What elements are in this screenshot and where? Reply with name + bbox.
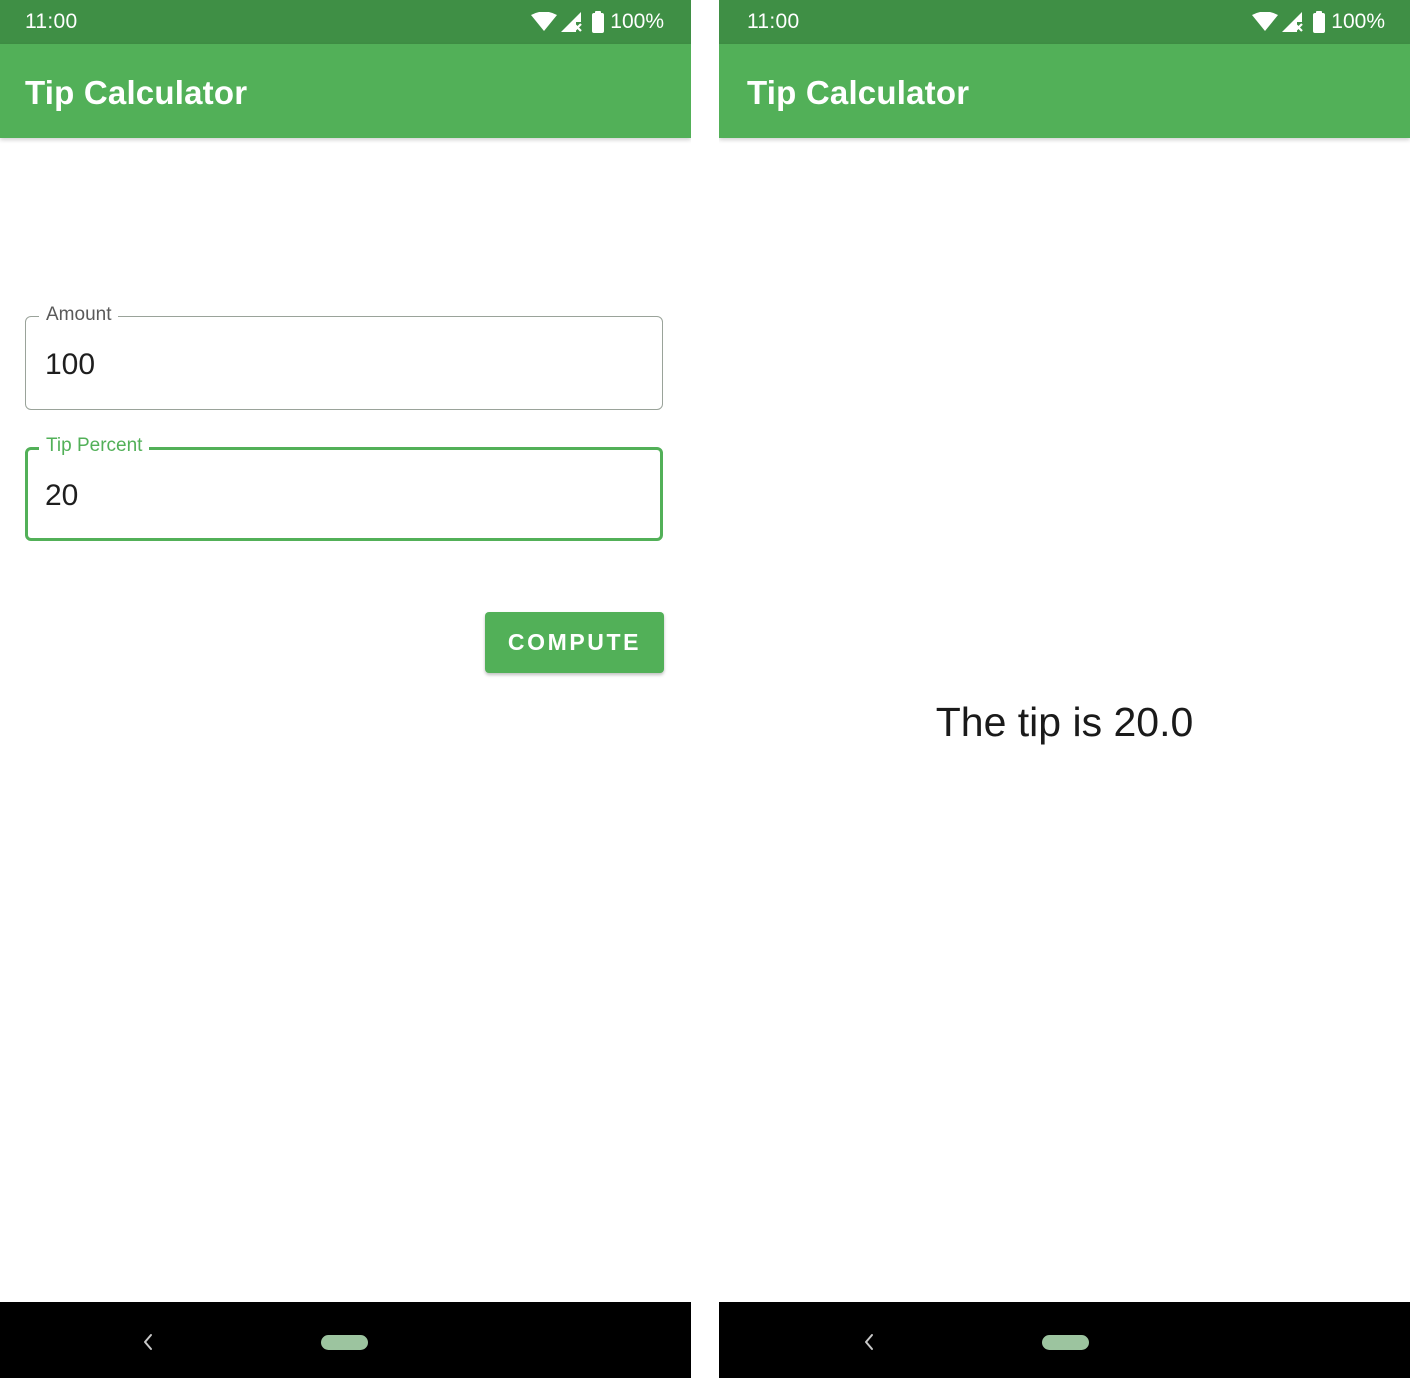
tip-percent-field-value[interactable]: 20	[45, 478, 78, 514]
wifi-icon	[531, 12, 558, 31]
back-icon[interactable]	[859, 1330, 879, 1354]
amount-field-value[interactable]: 100	[45, 347, 95, 383]
status-time: 11:00	[747, 10, 800, 33]
app-title: Tip Calculator	[25, 74, 248, 111]
signal-icon	[561, 12, 583, 32]
back-icon[interactable]	[138, 1330, 158, 1354]
status-time: 11:00	[25, 10, 78, 33]
amount-field-label: Amount	[39, 303, 119, 327]
app-bar: Tip Calculator	[719, 44, 1410, 138]
tip-percent-field[interactable]: Tip Percent 20	[25, 434, 663, 541]
left-phone-screen: 11:00 100% Tip Calculator Amount 100 Tip…	[0, 0, 691, 1378]
tip-percent-field-label: Tip Percent	[39, 434, 150, 458]
compute-button[interactable]: COMPUTE	[485, 612, 664, 673]
wifi-icon	[1252, 12, 1279, 31]
app-title: Tip Calculator	[747, 74, 970, 111]
home-icon[interactable]	[1042, 1335, 1089, 1350]
amount-field[interactable]: Amount 100	[25, 303, 663, 410]
navigation-bar	[719, 1302, 1410, 1378]
battery-icon	[592, 11, 605, 33]
battery-percent: 100%	[1331, 10, 1385, 33]
tip-result-text: The tip is 20.0	[935, 699, 1194, 745]
status-icons: 100%	[1252, 8, 1385, 36]
status-bar: 11:00 100%	[719, 0, 1410, 44]
right-phone-screen: 11:00 100% Tip Calculator The tip is 20.…	[719, 0, 1410, 1378]
battery-percent: 100%	[610, 10, 664, 33]
app-bar: Tip Calculator	[0, 44, 691, 138]
status-icons: 100%	[531, 8, 664, 36]
battery-icon	[1313, 11, 1326, 33]
navigation-bar	[0, 1302, 691, 1378]
home-icon[interactable]	[321, 1335, 368, 1350]
status-bar: 11:00 100%	[0, 0, 691, 44]
signal-icon	[1282, 12, 1304, 32]
